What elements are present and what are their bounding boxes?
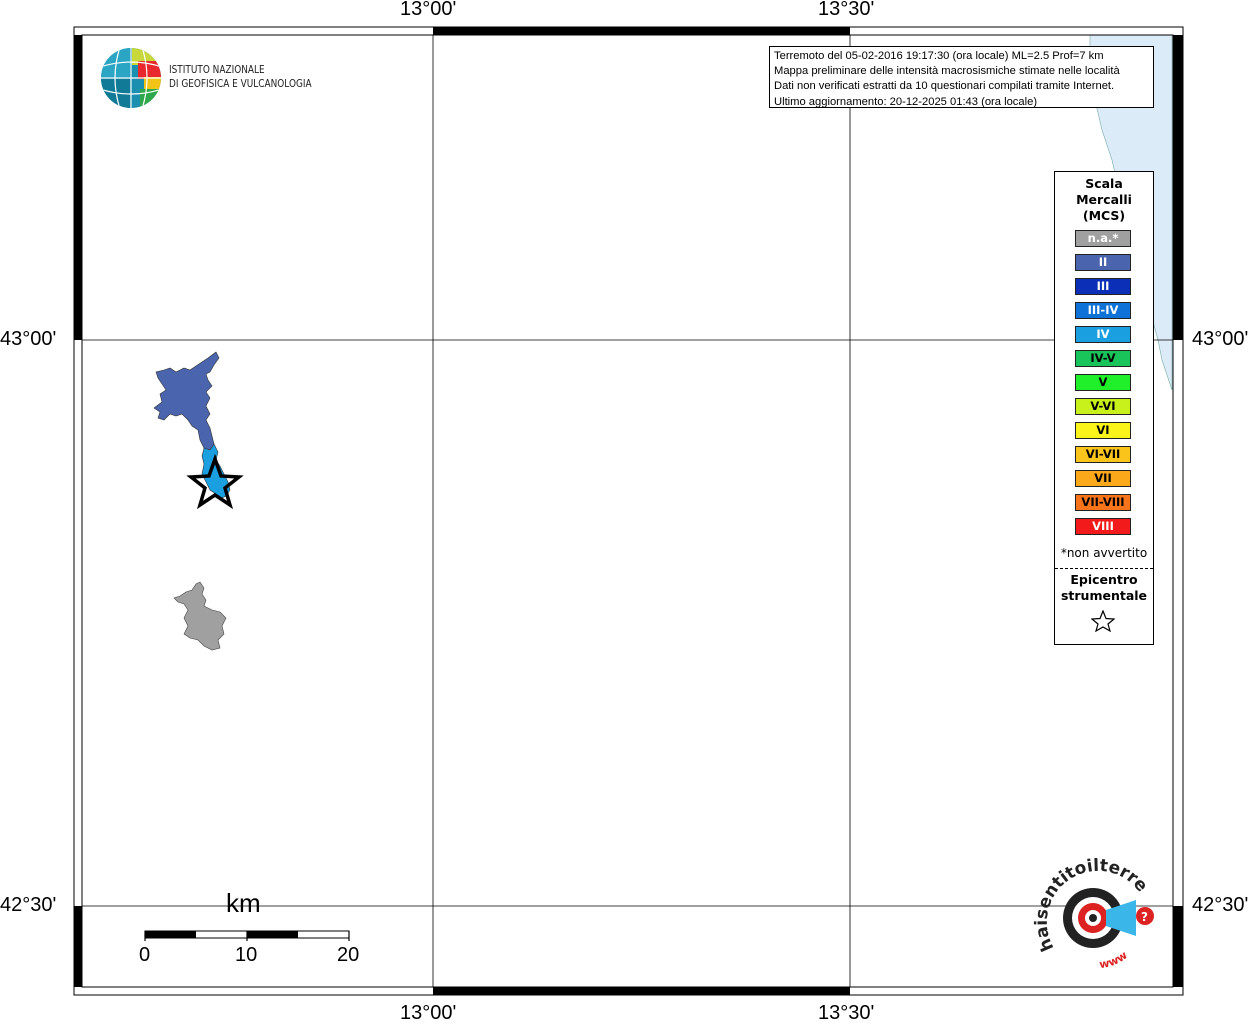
legend-swatch-n-a: n.a.* (1075, 230, 1131, 247)
right-label-42-30: 42°30' (1192, 894, 1249, 916)
event-info-line2: Mappa preliminare delle intensità macros… (774, 65, 1120, 78)
municipality-intensity-II[interactable] (153, 351, 220, 451)
ingv-globe-icon (101, 48, 161, 108)
event-info-line3: Dati non verificati estratti da 10 quest… (774, 80, 1115, 93)
ingv-logo: ISTITUTO NAZIONALE DI GEOFISICA E VULCAN… (100, 47, 312, 114)
event-info-line1: Terremoto del 05-02-2016 19:17:30 (ora l… (774, 50, 1104, 62)
right-label-43-00: 43°00' (1192, 328, 1249, 350)
scale-tick-10: 10 (235, 944, 258, 966)
scale-tick-20: 20 (337, 944, 360, 966)
map-frame-inner (81, 34, 1174, 988)
ingv-name-line1: ISTITUTO NAZIONALE (169, 64, 265, 76)
legend-title-3: (MCS) (1082, 208, 1126, 223)
hsit-logo: haisentitoilterremoto.it www ? (1030, 856, 1154, 972)
municipality-not-felt[interactable] (173, 581, 227, 651)
legend-swatch-vi: VI (1075, 422, 1131, 439)
legend-title-2: Mercalli (1076, 192, 1132, 207)
mcs-legend: Scala Mercalli (MCS) n.a.* II III III-IV IV I… (1054, 171, 1154, 645)
event-info-box: Terremoto del 05-02-2016 19:17:30 (ora l… (769, 46, 1154, 108)
legend-swatch-ii: II (1075, 254, 1131, 271)
bottom-label-13-30: 13°30' (818, 1002, 875, 1024)
scale-unit: km (226, 888, 261, 918)
map-frame-outer (73, 26, 1184, 996)
legend-swatch-v-vi: V-VI (1075, 398, 1131, 415)
bottom-label-13-00: 13°00' (400, 1002, 457, 1024)
scale-bar (144, 930, 350, 941)
event-info-line4: Ultimo aggiornamento: 20-12-2025 01:43 (… (774, 95, 1038, 108)
left-label-42-30: 42°30' (0, 894, 57, 916)
legend-swatch-vi-vii: VI-VII (1075, 446, 1131, 463)
legend-swatch-iii: III (1075, 278, 1131, 295)
top-label-13-00: 13°00' (400, 0, 457, 20)
scale-tick-0: 0 (139, 944, 151, 966)
top-label-13-30: 13°30' (818, 0, 875, 20)
legend-swatch-iv-v: IV-V (1075, 350, 1131, 367)
hsit-logo-www: www (1098, 949, 1129, 972)
legend-epicenter-line2: strumentale (1060, 588, 1148, 603)
legend-swatch-v: V (1075, 374, 1131, 391)
left-label-43-00: 43°00' (0, 328, 57, 350)
legend-separator (1055, 568, 1153, 569)
legend-swatch-vii-viii: VII-VIII (1075, 494, 1131, 511)
legend-swatch-viii: VIII (1075, 518, 1131, 535)
legend-swatch-iv: IV (1075, 326, 1131, 343)
svg-text:www: www (1098, 949, 1129, 972)
ingv-name-line2: DI GEOFISICA E VULCANOLOGIA (169, 78, 312, 90)
legend-epicenter-line1: Epicentro (1070, 572, 1138, 587)
legend-epicenter-title: Epicentro strumentale (1055, 572, 1153, 604)
legend-star-icon (1091, 610, 1115, 632)
legend-swatch-iii-iv: III-IV (1075, 302, 1131, 319)
hsit-question-icon: ? (1141, 910, 1148, 924)
legend-note: *non avvertito (1060, 546, 1148, 560)
legend-title-1: Scala (1085, 176, 1123, 191)
legend-swatch-vii: VII (1075, 470, 1131, 487)
